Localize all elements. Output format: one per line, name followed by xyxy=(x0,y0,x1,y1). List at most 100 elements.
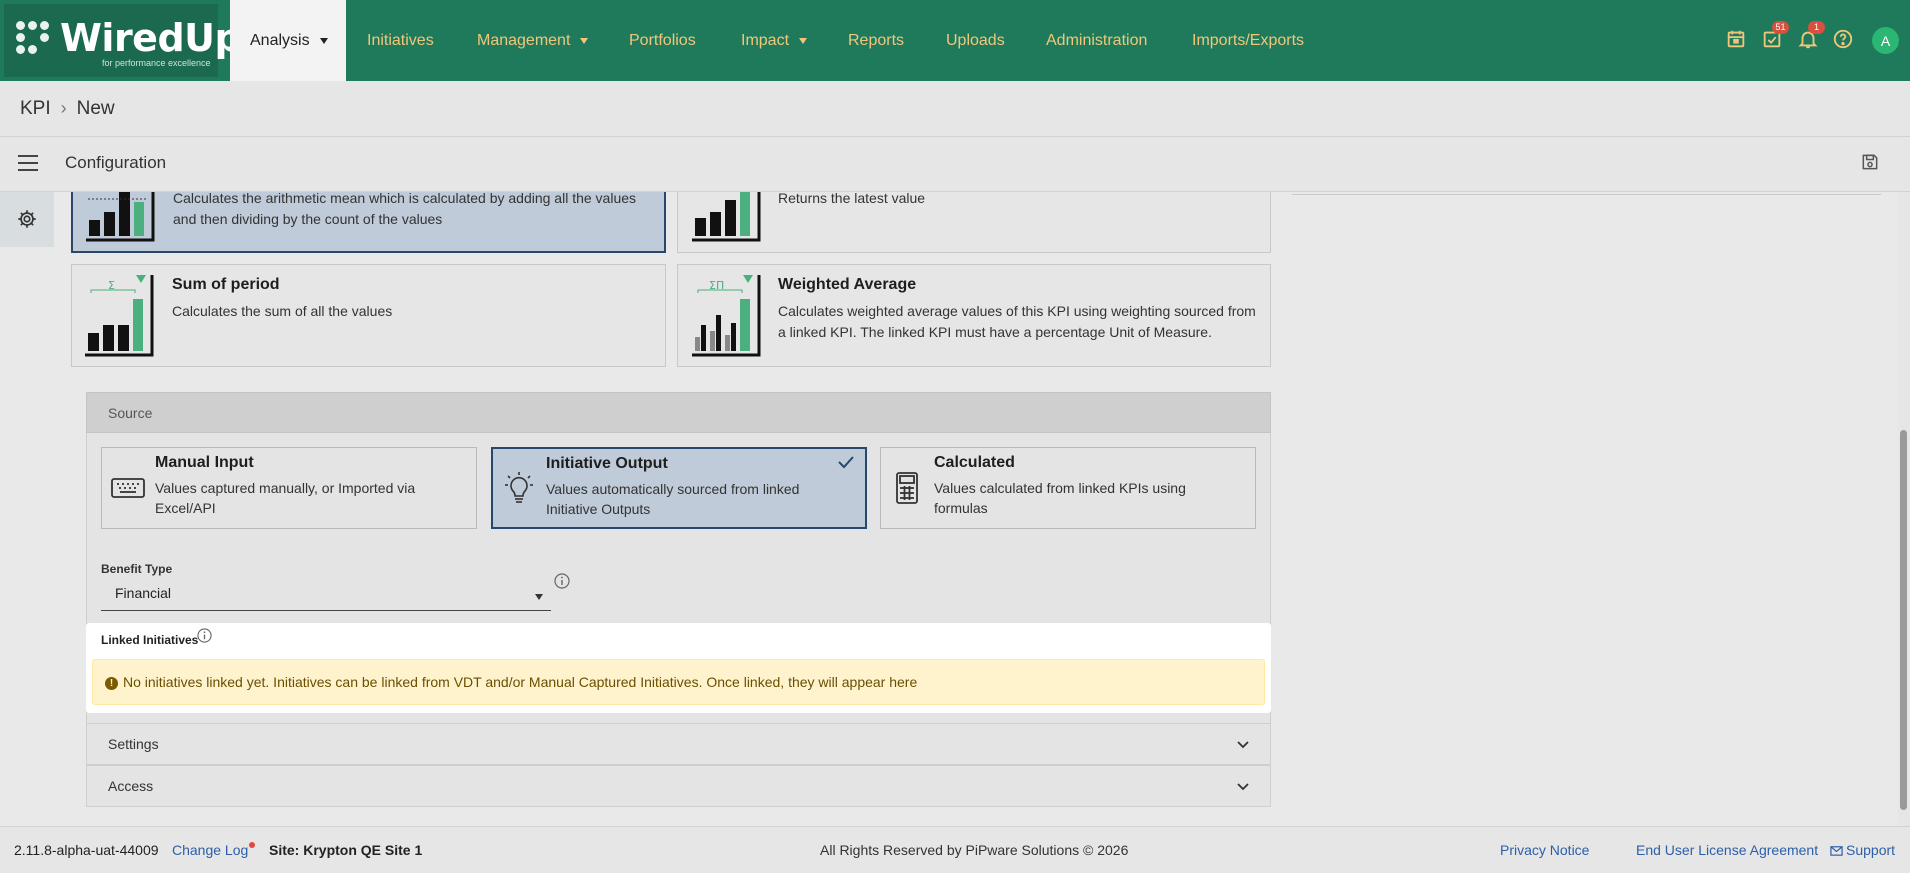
lightbulb-icon xyxy=(505,472,533,503)
nav-administration-label: Administration xyxy=(1046,31,1148,49)
footer: 2.11.8-alpha-uat-44009 Change Log Site: … xyxy=(0,826,1910,873)
manual-input-title: Manual Input xyxy=(155,454,254,471)
calculator-icon xyxy=(896,472,918,504)
app-version: 2.11.8-alpha-uat-44009 xyxy=(14,842,159,858)
caret-down-icon xyxy=(535,594,543,600)
settings-accordion[interactable]: Settings xyxy=(86,723,1271,765)
breadcrumb-current: New xyxy=(76,97,115,119)
configuration-title: Configuration xyxy=(65,153,167,172)
sum-chart-icon: Σ xyxy=(85,275,154,357)
settings-rail-button[interactable] xyxy=(0,192,54,247)
nav-analysis[interactable]: Analysis xyxy=(230,0,346,81)
configuration-bar: Configuration xyxy=(0,137,1910,192)
nav-impact-label: Impact xyxy=(741,31,790,49)
support-link[interactable]: Support xyxy=(1830,842,1895,858)
linked-initiatives-label: Linked Initiatives xyxy=(101,633,199,647)
nav-imports-exports[interactable]: Imports/Exports xyxy=(1192,0,1304,81)
hamburger-menu-icon[interactable] xyxy=(18,155,38,171)
breadcrumb: KPI › New xyxy=(0,81,1910,137)
initiative-output-description: Values automatically sourced from linked… xyxy=(546,481,800,517)
calendar-icon[interactable] xyxy=(1725,28,1749,52)
benefit-type-value: Financial xyxy=(115,585,172,601)
nav-management[interactable]: Management xyxy=(477,0,589,81)
chevron-down-icon xyxy=(1237,783,1249,791)
change-log-link[interactable]: Change Log xyxy=(172,842,248,858)
calculated-title: Calculated xyxy=(934,454,1015,471)
task-check-icon[interactable]: 51 xyxy=(1761,21,1789,52)
weighted-chart-icon: ΣΠ xyxy=(692,275,761,357)
aggregation-average-card[interactable]: Calculates the arithmetic mean which is … xyxy=(71,190,666,253)
sum-description: Calculates the sum of all the values xyxy=(172,303,393,319)
user-avatar[interactable]: A xyxy=(1872,27,1899,54)
tasks-badge: 51 xyxy=(1772,21,1789,34)
weighted-symbol: ΣΠ xyxy=(709,279,724,292)
settings-accordion-label: Settings xyxy=(108,736,159,752)
source-section-header: Source xyxy=(86,392,1271,433)
exclamation-icon: ! xyxy=(105,677,118,690)
help-icon[interactable] xyxy=(1832,28,1856,52)
nav-portfolios[interactable]: Portfolios xyxy=(629,0,696,81)
manual-input-description: Values captured manually, or Imported vi… xyxy=(155,480,416,516)
nav-administration[interactable]: Administration xyxy=(1046,0,1147,81)
nav-reports[interactable]: Reports xyxy=(848,0,904,81)
scrollbar-thumb[interactable] xyxy=(1900,430,1907,810)
page-scrollbar[interactable] xyxy=(1898,192,1910,826)
chevron-down-icon xyxy=(799,37,808,44)
source-manual-input-card[interactable]: Manual Input Values captured manually, o… xyxy=(101,447,477,529)
nav-imports-exports-label: Imports/Exports xyxy=(1192,31,1305,49)
source-initiative-output-card[interactable]: Initiative Output Values automatically s… xyxy=(491,447,867,529)
linked-initiatives-panel: Linked Initiatives ! No initiatives link… xyxy=(86,623,1271,713)
access-accordion-label: Access xyxy=(108,778,154,794)
benefit-type-select[interactable]: Financial xyxy=(101,579,551,611)
nav-uploads[interactable]: Uploads xyxy=(946,0,1005,81)
sum-symbol: Σ xyxy=(108,279,115,292)
weighted-title: Weighted Average xyxy=(778,276,917,293)
nav-impact[interactable]: Impact xyxy=(741,0,808,81)
average-description: Calculates the arithmetic mean which is … xyxy=(173,190,637,227)
latest-chart-icon xyxy=(692,192,761,242)
chevron-down-icon xyxy=(580,37,589,44)
nav-reports-label: Reports xyxy=(848,31,905,49)
source-calculated-card[interactable]: Calculated Values calculated from linked… xyxy=(880,447,1256,529)
save-icon[interactable] xyxy=(1860,152,1882,174)
aggregation-weighted-card[interactable]: ΣΠ Weighted Average Calculates weighted … xyxy=(677,264,1271,367)
no-initiatives-alert: ! No initiatives linked yet. Initiatives… xyxy=(92,659,1265,705)
chevron-down-icon xyxy=(319,37,328,44)
nav-initiatives[interactable]: Initiatives xyxy=(367,0,434,81)
aggregation-latest-card[interactable]: Returns the latest value xyxy=(677,190,1271,253)
eula-link[interactable]: End User License Agreement xyxy=(1636,842,1818,858)
support-label: Support xyxy=(1846,842,1896,858)
initiative-output-title: Initiative Output xyxy=(546,455,668,472)
benefit-type-info-icon[interactable] xyxy=(554,573,570,589)
nav-analysis-label: Analysis xyxy=(250,31,310,49)
right-panel-divider xyxy=(1292,194,1881,195)
breadcrumb-kpi[interactable]: KPI xyxy=(20,98,51,120)
aggregation-sum-card[interactable]: Σ Sum of period Calculates the sum of al… xyxy=(71,264,666,367)
benefit-type-label: Benefit Type xyxy=(101,562,173,576)
copyright: All Rights Reserved by PiPware Solutions… xyxy=(820,842,1129,858)
latest-description: Returns the latest value xyxy=(778,190,926,206)
privacy-notice-link[interactable]: Privacy Notice xyxy=(1500,842,1589,858)
nav-management-label: Management xyxy=(477,31,571,49)
access-accordion[interactable]: Access xyxy=(86,765,1271,807)
nav-initiatives-label: Initiatives xyxy=(367,31,434,49)
linked-initiatives-info-icon[interactable] xyxy=(197,628,212,643)
weighted-description: Calculates weighted average values of th… xyxy=(778,303,1256,340)
calculated-description: Values calculated from linked KPIs using… xyxy=(934,480,1186,516)
bell-icon[interactable]: 1 xyxy=(1797,21,1825,52)
wiredup-logo[interactable]: WiredUp for performance excellence xyxy=(4,4,242,77)
logo-dots-icon xyxy=(14,21,56,63)
notifications-badge: 1 xyxy=(1808,21,1825,34)
chevron-down-icon xyxy=(1237,741,1249,749)
gear-icon xyxy=(18,210,36,228)
source-heading: Source xyxy=(108,405,153,421)
site-name: Site: Krypton QE Site 1 xyxy=(269,842,423,858)
chevron-right-icon: › xyxy=(60,98,67,118)
no-initiatives-message: No initiatives linked yet. Initiatives c… xyxy=(123,674,918,690)
check-icon xyxy=(838,456,854,469)
average-chart-icon xyxy=(86,192,155,242)
keyboard-icon xyxy=(111,478,145,498)
nav-uploads-label: Uploads xyxy=(946,31,1005,49)
sum-title: Sum of period xyxy=(172,276,280,293)
top-navigation: WiredUp for performance excellence Analy… xyxy=(0,0,1910,81)
